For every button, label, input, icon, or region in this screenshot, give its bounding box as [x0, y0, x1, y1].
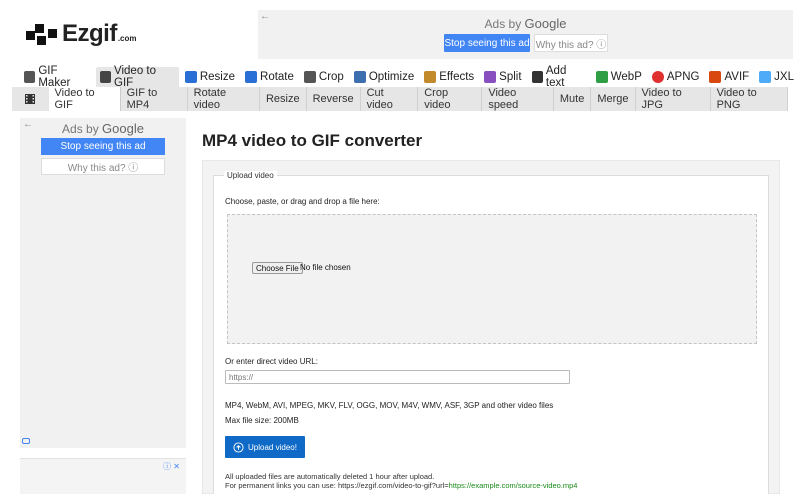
tab-gif-to-mp4[interactable]: GIF to MP4: [121, 87, 188, 111]
ads-by-text: Ads by: [62, 122, 99, 136]
nav-label: Split: [499, 71, 522, 83]
permanent-link-prefix: For permanent links you can use: https:/…: [225, 481, 449, 490]
ad-marker-icon: [22, 438, 30, 444]
resize-icon: [184, 71, 197, 83]
nav-crop[interactable]: Crop: [300, 67, 348, 87]
ads-brand-text: Google: [524, 16, 567, 31]
tab-video-to-gif[interactable]: Video to GIF: [48, 87, 121, 111]
upload-fieldset: Upload video Choose, paste, or drag and …: [213, 171, 769, 494]
nav-label: JXL: [774, 71, 794, 83]
choose-file-button[interactable]: Choose File: [252, 262, 303, 274]
nav-label: Video to GIF: [114, 65, 157, 89]
upload-button-label: Upload video!: [248, 442, 297, 452]
ezgif-logo-icon: [26, 24, 57, 45]
nav-webp[interactable]: WebP: [592, 67, 646, 87]
film-strip-icon: [12, 87, 49, 111]
primary-nav: GIF Maker Video to GIF Resize Rotate Cro…: [20, 65, 800, 89]
tab-merge[interactable]: Merge: [591, 87, 636, 111]
top-ad-banner: ← Ads by Google Stop seeing this ad Why …: [258, 10, 793, 59]
effects-icon: [424, 71, 437, 83]
secondary-nav: Video to GIF GIF to MP4 Rotate video Res…: [12, 87, 788, 111]
nav-label: Add text: [545, 65, 567, 89]
fieldset-legend: Upload video: [224, 171, 277, 180]
stop-seeing-ad-button[interactable]: Stop seeing this ad: [41, 138, 165, 155]
ads-by-text: Ads by: [484, 17, 522, 31]
tab-rotate-video[interactable]: Rotate video: [188, 87, 260, 111]
ads-brand-text: Google: [102, 121, 144, 136]
nav-label: AVIF: [724, 71, 750, 83]
page-title: MP4 video to GIF converter: [202, 131, 423, 150]
split-icon: [484, 71, 497, 83]
nav-rotate[interactable]: Rotate: [241, 67, 298, 87]
logo-suffix: .com: [117, 34, 137, 43]
tab-video-speed[interactable]: Video speed: [482, 87, 554, 111]
apng-icon: [651, 71, 664, 83]
max-file-size: Max file size: 200MB: [225, 416, 299, 425]
optimize-icon: [353, 71, 366, 83]
nav-apng[interactable]: APNG: [648, 67, 704, 87]
tab-reverse[interactable]: Reverse: [307, 87, 361, 111]
video-url-input[interactable]: [225, 370, 570, 384]
nav-label: WebP: [610, 71, 642, 83]
stop-seeing-ad-button[interactable]: Stop seeing this ad: [444, 34, 530, 52]
nav-label: Crop: [318, 71, 344, 83]
nav-avif[interactable]: AVIF: [705, 67, 753, 87]
tab-cut-video[interactable]: Cut video: [361, 87, 419, 111]
nav-video-to-gif[interactable]: Video to GIF: [95, 65, 179, 89]
side-ad-lower: ⓘ ✕: [20, 458, 186, 494]
crop-icon: [303, 71, 316, 83]
nav-label: Resize: [199, 71, 236, 83]
avif-icon: [709, 71, 722, 83]
nav-jxl[interactable]: JXL: [755, 67, 798, 87]
nav-label: Rotate: [260, 71, 294, 83]
choose-file-label: Choose, paste, or drag and drop a file h…: [225, 197, 380, 206]
nav-optimize[interactable]: Optimize: [350, 67, 418, 87]
upload-panel: Upload video Choose, paste, or drag and …: [202, 160, 780, 494]
tab-resize[interactable]: Resize: [260, 87, 307, 111]
webp-icon: [595, 71, 608, 83]
file-drop-zone[interactable]: Choose File No file chosen: [227, 214, 757, 344]
tab-video-to-png[interactable]: Video to PNG: [711, 87, 788, 111]
gif-maker-icon: [24, 71, 36, 83]
nav-label: APNG: [666, 71, 700, 83]
site-logo[interactable]: Ezgif .com: [24, 20, 137, 48]
nav-gif-maker[interactable]: GIF Maker: [20, 65, 94, 89]
tab-crop-video[interactable]: Crop video: [418, 87, 483, 111]
nav-add-text[interactable]: Add text: [528, 65, 590, 89]
side-ad-banner: ← Ads by Google Stop seeing this ad Why …: [20, 118, 186, 448]
logo-name: Ezgif: [62, 20, 117, 47]
tab-mute[interactable]: Mute: [554, 87, 592, 111]
why-this-ad-button[interactable]: Why this ad? ⓘ: [41, 158, 165, 175]
nav-label: GIF Maker: [38, 65, 71, 89]
supported-formats: MP4, WebM, AVI, MPEG, MKV, FLV, OGG, MOV…: [225, 401, 554, 410]
why-this-ad-button[interactable]: Why this ad? ⓘ: [534, 34, 608, 52]
video-icon: [99, 71, 112, 83]
example-link[interactable]: https://example.com/source-video.mp4: [449, 481, 578, 490]
nav-effects[interactable]: Effects: [420, 67, 478, 87]
ads-by-google: Ads by Google: [258, 16, 793, 31]
nav-label: Effects: [439, 71, 475, 83]
permanent-link-note: For permanent links you can use: https:/…: [225, 481, 577, 490]
tab-video-to-jpg[interactable]: Video to JPG: [636, 87, 711, 111]
add-text-icon: [531, 71, 543, 83]
upload-cloud-icon: [233, 441, 244, 453]
upload-video-button[interactable]: Upload video!: [225, 436, 305, 458]
nav-resize[interactable]: Resize: [181, 67, 239, 87]
auto-delete-note: All uploaded files are automatically del…: [225, 472, 435, 481]
file-status: No file chosen: [300, 263, 351, 272]
adchoices-icon[interactable]: ⓘ ✕: [163, 461, 180, 472]
jxl-icon: [759, 71, 772, 83]
ads-by-google: Ads by Google: [20, 121, 186, 136]
url-label: Or enter direct video URL:: [225, 357, 318, 366]
rotate-icon: [245, 71, 258, 83]
nav-split[interactable]: Split: [480, 67, 525, 87]
nav-label: Optimize: [368, 71, 415, 83]
